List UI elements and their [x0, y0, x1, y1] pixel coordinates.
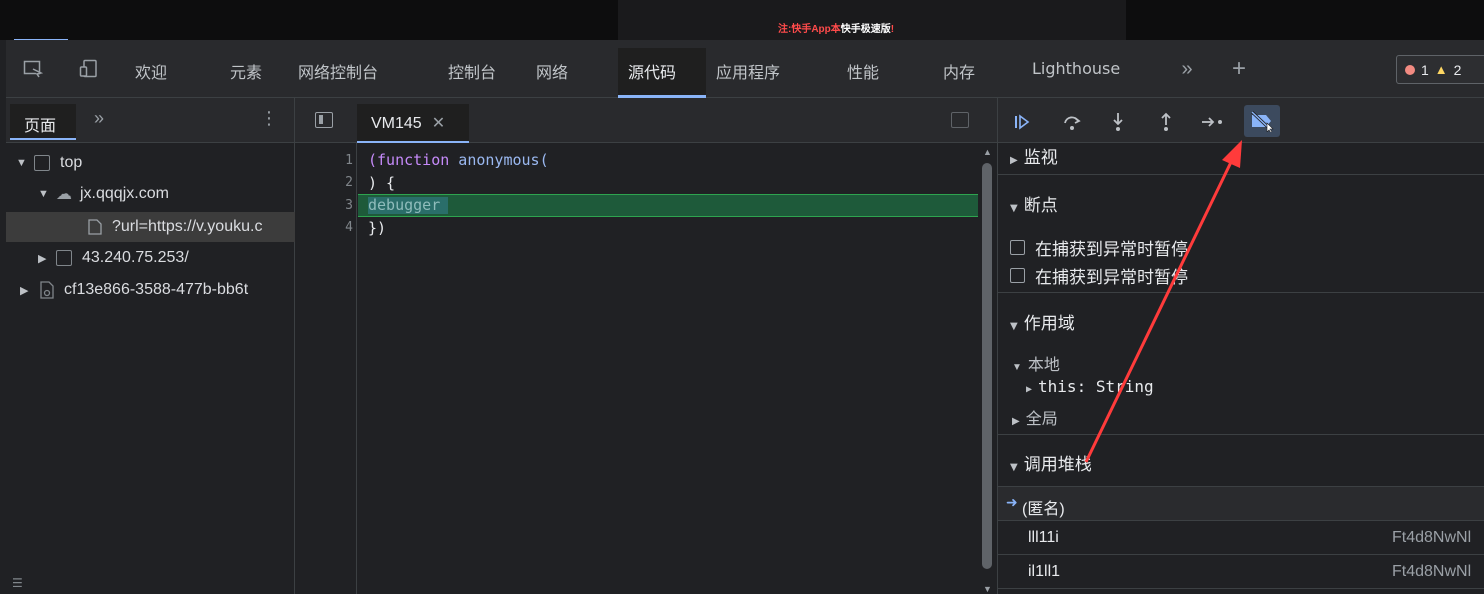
step-icon[interactable] — [1198, 108, 1226, 136]
tab-welcome[interactable]: 欢迎 — [135, 59, 167, 83]
tab-page[interactable]: 页面 — [10, 104, 76, 140]
more-tabs-icon[interactable]: » — [1174, 56, 1200, 82]
tree-item-worker[interactable]: ▶ cf13e866-3588-477b-bb6t — [20, 275, 295, 305]
scrollbar-thumb[interactable] — [982, 163, 992, 569]
service-worker-icon — [40, 281, 54, 299]
tab-application[interactable]: 应用程序 — [716, 59, 780, 83]
file-tab[interactable]: VM145 ✕ — [357, 104, 469, 143]
code-line: (function anonymous( — [368, 151, 549, 169]
tree-item-file[interactable]: ?url=https://v.youku.c — [6, 212, 295, 242]
scroll-up-icon[interactable]: ▲ — [983, 147, 992, 157]
expanded-triangle-icon: ▼ — [38, 188, 49, 200]
scope-this[interactable]: ▶ this: String — [1026, 377, 1154, 396]
collapsed-triangle-icon: ▶ — [1026, 384, 1033, 395]
navigator-panel: 页面 » ⋮ ▼ top ▼ ☁ jx.qqqjx.com ?url=https… — [6, 98, 295, 594]
expanded-triangle-icon: ▼ — [1010, 203, 1018, 214]
tab-lighthouse[interactable]: Lighthouse — [1032, 59, 1120, 78]
tab-sources[interactable]: 源代码 — [628, 59, 676, 83]
expanded-triangle-icon: ▼ — [16, 157, 27, 169]
source-editor: VM145 ✕ 1 2 3 4 (function anonymous( ) { … — [295, 98, 997, 594]
scope-local[interactable]: ▼ 本地 — [1012, 351, 1060, 375]
frame-icon — [56, 250, 72, 266]
deactivate-breakpoints-icon[interactable] — [1244, 105, 1280, 137]
navigator-menu-icon[interactable]: ⋮ — [260, 108, 278, 129]
expanded-triangle-icon: ▼ — [1010, 462, 1018, 473]
collapsed-triangle-icon: ▶ — [38, 252, 47, 265]
pause-caught-checkbox[interactable]: 在捕获到异常时暂停 — [1010, 235, 1188, 260]
line-number: 3 — [345, 198, 353, 213]
video-caption: 注:快手App本快手极速版! — [778, 24, 895, 35]
pause-uncaught-checkbox[interactable]: 在捕获到异常时暂停 — [1010, 263, 1188, 288]
checkbox[interactable] — [1010, 240, 1025, 255]
tab-network-console[interactable]: 网络控制台 — [298, 59, 378, 83]
line-number: 4 — [345, 220, 353, 235]
editor-scrollbar[interactable]: ▲ ▼ — [978, 143, 997, 594]
debugger-sidebar: ▶ 监视 ▼ 断点 在捕获到异常时暂停 在捕获到异常时暂停 ▼ 作用域 ▼ 本地 ▶ th… — [997, 98, 1484, 594]
code-line: }) — [368, 219, 387, 237]
tab-console[interactable]: 控制台 — [448, 59, 496, 83]
tab-memory[interactable]: 内存 — [943, 59, 975, 83]
devtools-tabbar: 欢迎 元素 网络控制台 控制台 网络 源代码 应用程序 性能 内存 Lighth… — [6, 40, 1484, 98]
code-line: debugger — [368, 196, 441, 214]
tree-item-top[interactable]: ▼ top — [16, 148, 82, 178]
line-number: 2 — [345, 175, 353, 190]
step-into-icon[interactable] — [1104, 108, 1132, 136]
tree-item-ip[interactable]: ▶ 43.240.75.253/ — [38, 243, 189, 273]
list-icon[interactable]: ☰ — [12, 576, 23, 590]
tab-elements[interactable]: 元素 — [230, 59, 262, 83]
toggle-navigator-icon[interactable] — [315, 112, 333, 128]
code-line: ) { — [368, 174, 396, 192]
collapsed-triangle-icon: ▶ — [1012, 416, 1020, 427]
breakpoints-header[interactable]: ▼ 断点 — [1010, 191, 1058, 216]
step-over-icon[interactable] — [1058, 108, 1086, 136]
call-frame[interactable]: ➜ (匿名) — [998, 487, 1484, 521]
scope-section: ▼ 作用域 ▼ 本地 ▶ this: String ▶ 全局 — [998, 293, 1484, 435]
warning-icon: ▲ — [1434, 62, 1448, 77]
warning-count: 2 — [1453, 61, 1462, 78]
breakpoints-section: ▼ 断点 在捕获到异常时暂停 在捕获到异常时暂停 — [998, 175, 1484, 293]
editor-tabbar: VM145 ✕ — [295, 98, 997, 143]
file-icon — [88, 219, 102, 235]
collapsed-triangle-icon: ▶ — [1010, 155, 1018, 166]
step-out-icon[interactable] — [1152, 108, 1180, 136]
debugger-toolbar — [998, 98, 1484, 143]
tree-item-domain[interactable]: ▼ ☁ jx.qqqjx.com — [38, 179, 169, 209]
cloud-icon: ☁ — [56, 186, 72, 203]
callstack-header[interactable]: ▼ 调用堆栈 — [1010, 450, 1092, 475]
frame-icon — [34, 155, 50, 171]
add-tab-icon[interactable]: + — [1226, 55, 1252, 82]
checkbox[interactable] — [1010, 268, 1025, 283]
scroll-down-icon[interactable]: ▼ — [983, 584, 992, 594]
file-tab-label: VM145 — [371, 115, 422, 132]
tab-network[interactable]: 网络 — [536, 59, 568, 83]
expanded-triangle-icon: ▼ — [1012, 362, 1022, 373]
error-count: 1 — [1421, 61, 1429, 78]
tab-performance[interactable]: 性能 — [847, 59, 879, 83]
callstack-section: ▼ 调用堆栈 — [998, 435, 1484, 487]
scope-global[interactable]: ▶ 全局 — [1012, 405, 1058, 429]
issues-badge[interactable]: 1 ▲ 2 — [1396, 55, 1484, 84]
navigator-header: 页面 » ⋮ — [6, 98, 294, 143]
line-number: 1 — [345, 153, 353, 168]
video-strip: 注:快手App本快手极速版! — [0, 0, 1484, 41]
resume-icon[interactable] — [1008, 108, 1036, 136]
more-navigators-icon[interactable]: » — [94, 108, 104, 129]
inspect-element-icon[interactable] — [20, 56, 46, 82]
expanded-triangle-icon: ▼ — [1010, 321, 1018, 332]
close-icon[interactable]: ✕ — [432, 115, 445, 132]
current-execution-line — [358, 194, 979, 217]
watch-section[interactable]: ▶ 监视 — [998, 143, 1484, 175]
call-frame[interactable]: il1ll1 Ft4d8NwNl — [998, 555, 1484, 589]
current-frame-arrow-icon: ➜ — [1006, 494, 1018, 510]
device-toolbar-icon[interactable] — [76, 56, 102, 82]
call-frame[interactable]: lll11i Ft4d8NwNl — [998, 521, 1484, 555]
scope-header[interactable]: ▼ 作用域 — [1010, 309, 1075, 334]
error-icon — [1405, 64, 1415, 75]
toggle-debugger-icon[interactable] — [951, 112, 969, 128]
collapsed-triangle-icon: ▶ — [20, 284, 29, 297]
